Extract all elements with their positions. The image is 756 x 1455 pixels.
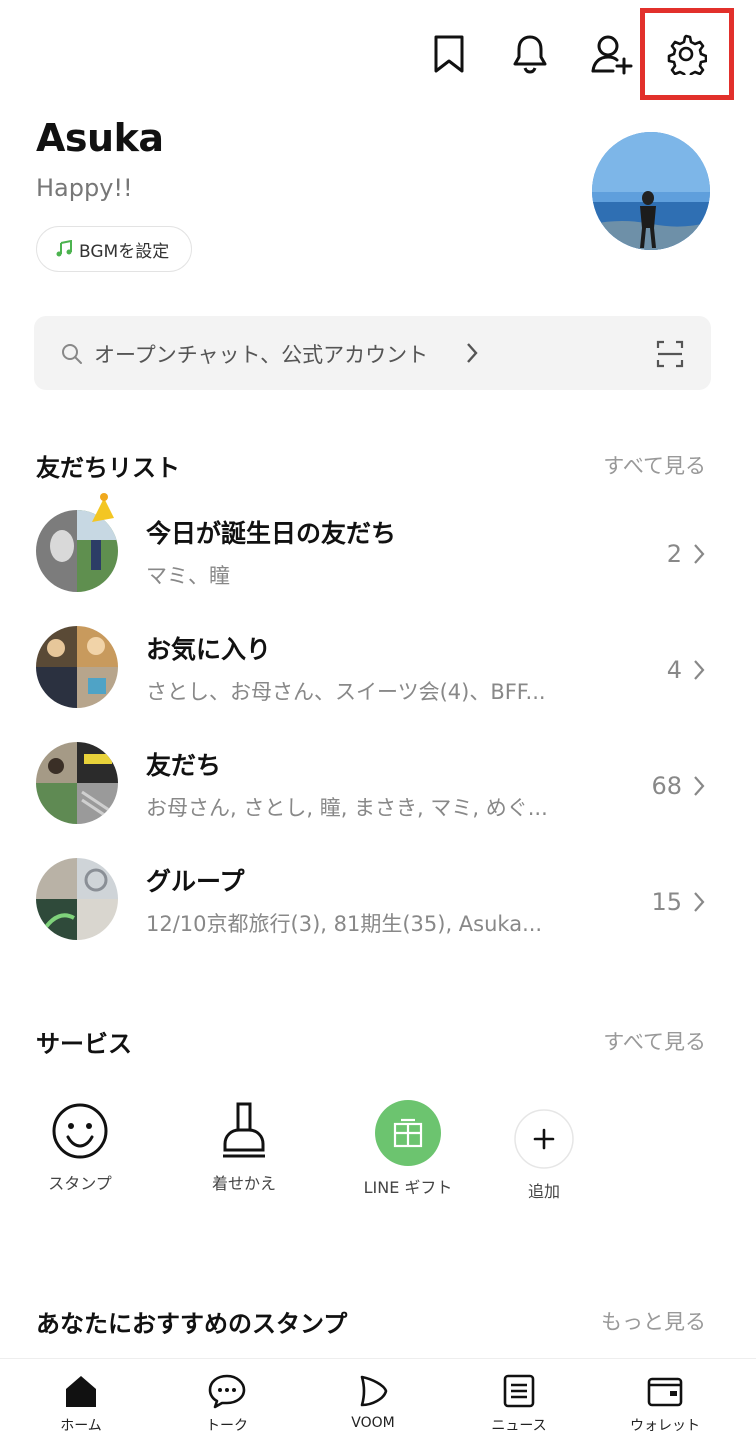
search-bar[interactable]: オープンチャット、公式アカウント <box>34 316 711 390</box>
service-label: スタンプ <box>48 1174 112 1193</box>
friends-see-all-link[interactable]: すべて見る <box>603 450 706 480</box>
row-title: 友だち <box>146 751 222 780</box>
nav-label: ニュース <box>491 1418 547 1434</box>
friends-section-title: 友だちリスト <box>36 454 180 482</box>
service-label: 追加 <box>527 1182 560 1201</box>
friends-avatar <box>36 742 118 824</box>
profile-status[interactable]: Happy!! <box>36 174 133 202</box>
voom-icon <box>318 1373 428 1409</box>
chevron-right-icon <box>692 774 706 798</box>
row-count: 68 <box>651 772 682 800</box>
service-theme[interactable]: 着せかえ <box>184 1100 304 1194</box>
services-see-all-link[interactable]: すべて見る <box>603 1026 706 1056</box>
row-subtitle: さとし、お母さん、スイーツ会(4)、BFF... <box>146 680 546 704</box>
bell-icon[interactable] <box>506 30 554 78</box>
plus-icon <box>484 1108 604 1170</box>
chevron-right-icon <box>464 341 480 365</box>
service-label: 着せかえ <box>211 1174 276 1193</box>
party-hat-icon <box>86 492 116 524</box>
search-icon <box>60 342 84 366</box>
row-title: 今日が誕生日の友だち <box>146 519 397 548</box>
music-note-icon <box>55 240 73 258</box>
home-icon <box>26 1373 136 1409</box>
row-count: 2 <box>666 540 682 568</box>
nav-label: トーク <box>206 1418 248 1434</box>
friends-row-birthday[interactable]: 今日が誕生日の友だち マミ、瞳 2 <box>0 493 756 608</box>
row-subtitle: マミ、瞳 <box>146 564 230 588</box>
bgm-button[interactable]: BGMを設定 <box>36 226 193 272</box>
nav-home[interactable]: ホーム <box>26 1373 136 1435</box>
row-count: 15 <box>651 888 682 916</box>
row-count: 4 <box>666 656 682 684</box>
row-subtitle: お母さん, さとし, 瞳, まさき, マミ, めぐ... <box>146 796 548 820</box>
stamps-see-more-link[interactable]: もっと見る <box>601 1306 706 1336</box>
profile-name[interactable]: Asuka <box>36 116 164 160</box>
search-input[interactable]: オープンチャット、公式アカウント <box>94 339 428 369</box>
services-section-title: サービス <box>36 1030 132 1058</box>
favorites-avatar <box>36 626 118 708</box>
news-icon <box>464 1373 574 1409</box>
qr-scan-icon[interactable] <box>656 340 684 368</box>
nav-news[interactable]: ニュース <box>464 1373 574 1435</box>
row-subtitle: 12/10京都旅行(3), 81期生(35), Asuka... <box>146 912 543 936</box>
gift-icon <box>348 1100 468 1166</box>
nav-label: ホーム <box>60 1418 102 1434</box>
settings-highlight-box <box>640 8 734 100</box>
smiley-icon <box>20 1100 140 1162</box>
profile-avatar[interactable] <box>592 132 710 250</box>
bottom-nav: ホーム トーク VOOM ニュース ウォレット <box>0 1358 756 1455</box>
nav-voom[interactable]: VOOM <box>318 1373 428 1431</box>
service-stamp[interactable]: スタンプ <box>20 1100 140 1194</box>
stamps-section-title: あなたにおすすめのスタンプ <box>36 1310 348 1338</box>
groups-avatar <box>36 858 118 940</box>
brush-icon <box>184 1100 304 1162</box>
nav-label: VOOM <box>351 1415 395 1431</box>
chat-icon <box>172 1373 282 1409</box>
bgm-label: BGMを設定 <box>79 241 170 262</box>
service-line-gift[interactable]: LINE ギフト <box>348 1100 468 1198</box>
friends-row-friends[interactable]: 友だち お母さん, さとし, 瞳, まさき, マミ, めぐ... 68 <box>0 730 756 840</box>
service-add[interactable]: 追加 <box>484 1108 604 1202</box>
nav-label: ウォレット <box>630 1418 700 1434</box>
bookmark-icon[interactable] <box>425 30 473 78</box>
service-label: LINE ギフト <box>363 1178 453 1197</box>
row-title: お気に入り <box>146 635 272 664</box>
friends-row-groups[interactable]: グループ 12/10京都旅行(3), 81期生(35), Asuka... 15 <box>0 846 756 956</box>
chevron-right-icon <box>692 658 706 682</box>
friends-row-favorites[interactable]: お気に入り さとし、お母さん、スイーツ会(4)、BFF... 4 <box>0 614 756 724</box>
chevron-right-icon <box>692 890 706 914</box>
add-friend-icon[interactable] <box>588 30 636 78</box>
nav-talk[interactable]: トーク <box>172 1373 282 1435</box>
chevron-right-icon <box>692 542 706 566</box>
row-title: グループ <box>146 867 245 896</box>
wallet-icon <box>610 1373 720 1409</box>
nav-wallet[interactable]: ウォレット <box>610 1373 720 1435</box>
